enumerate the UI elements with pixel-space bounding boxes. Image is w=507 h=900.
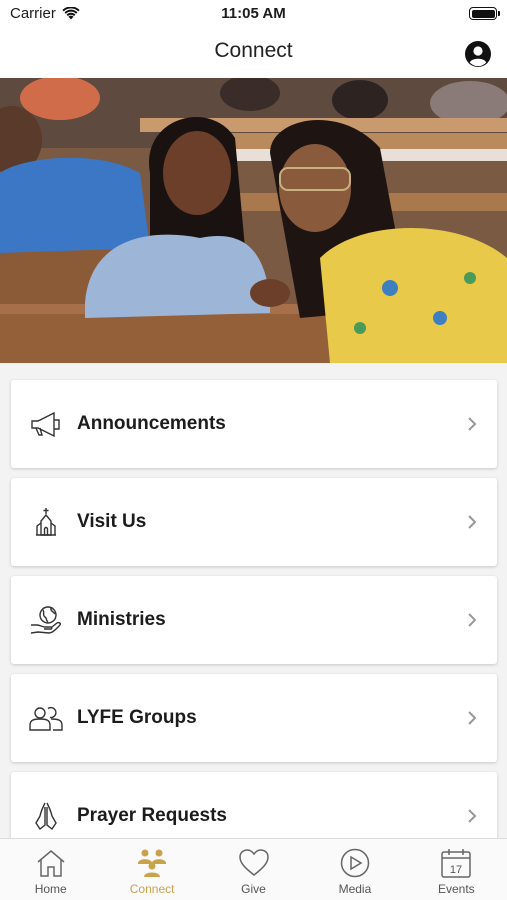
tab-label: Home [34,882,67,896]
profile-icon[interactable] [464,40,492,68]
tab-media[interactable]: Media [304,839,405,900]
praying-hands-icon [29,799,63,833]
chevron-right-icon [468,809,477,823]
menu-list: Announcements Visit Us Ministries LYFE G… [0,363,507,838]
menu-item-label: Visit Us [77,511,147,532]
menu-item-lyfe-groups[interactable]: LYFE Groups [11,674,497,762]
tab-home[interactable]: Home [0,839,101,900]
tab-label: Media [338,882,372,896]
tab-bar: Home Connect Give Media 17 Events [0,838,507,900]
calendar-day-number: 17 [450,864,462,876]
megaphone-icon [29,407,63,441]
globe-hand-icon [29,603,63,637]
menu-item-label: Ministries [77,609,166,630]
chevron-right-icon [468,613,477,627]
heart-icon [238,849,269,876]
chevron-right-icon [468,711,477,725]
church-icon [29,505,63,539]
tab-connect[interactable]: Connect [101,839,202,900]
battery-icon [469,7,500,20]
menu-item-label: LYFE Groups [77,707,197,728]
tab-label: Connect [129,882,175,896]
nav-bar: Connect [0,30,507,78]
menu-item-label: Announcements [77,413,226,434]
tab-give[interactable]: Give [203,839,304,900]
status-time: 11:05 AM [221,5,286,22]
tab-events[interactable]: 17 Events [406,839,507,900]
menu-item-announcements[interactable]: Announcements [11,380,497,468]
chevron-right-icon [468,417,477,431]
hero-photo [0,78,507,363]
menu-item-label: Prayer Requests [77,805,227,826]
tab-label: Events [437,882,475,896]
group-icon [138,849,167,877]
status-bar: Carrier 11:05 AM [0,0,507,30]
chevron-right-icon [468,515,477,529]
tab-label: Give [241,882,266,896]
calendar-icon: 17 [441,849,472,878]
menu-item-ministries[interactable]: Ministries [11,576,497,664]
play-circle-icon [340,848,370,878]
home-icon [37,850,65,877]
people-icon [29,701,63,735]
menu-item-visit-us[interactable]: Visit Us [11,478,497,566]
menu-item-prayer-requests[interactable]: Prayer Requests [11,772,497,838]
page-title: Connect [214,39,293,62]
